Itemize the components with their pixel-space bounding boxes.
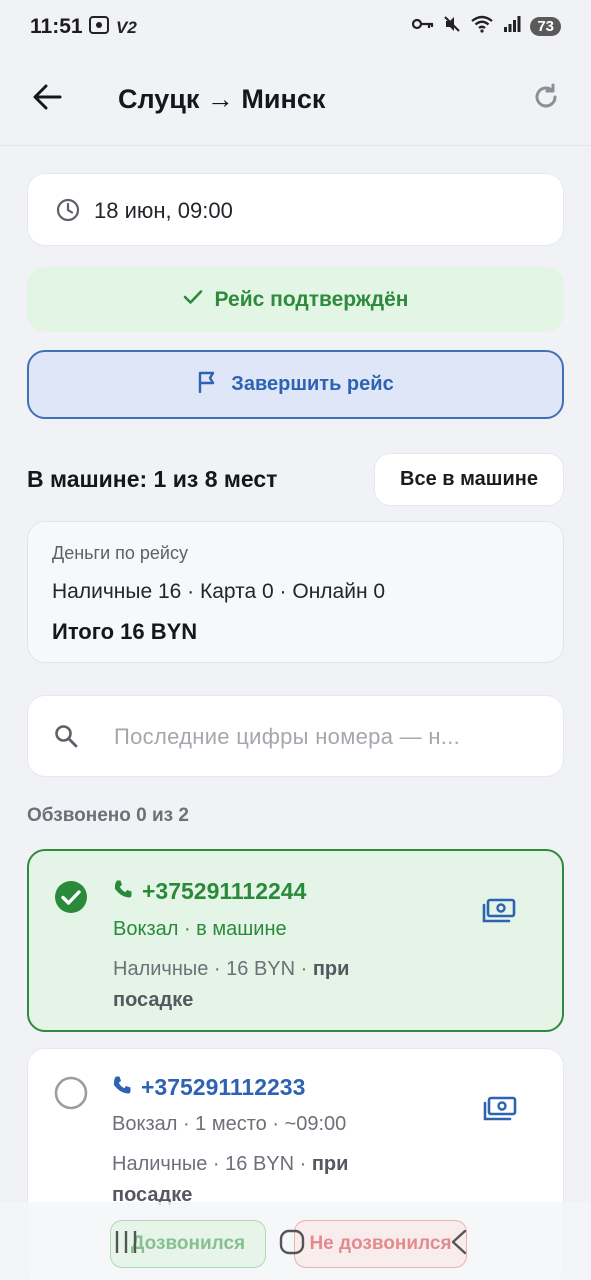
not-called-button[interactable]: Не дозвонился <box>294 1220 467 1268</box>
signal-icon <box>503 16 521 37</box>
trip-time-card: 18 июн, 09:00 <box>27 173 564 246</box>
bottom-action-bar: Дозвонился Не дозвонился <box>0 1202 591 1280</box>
clock-icon <box>56 198 80 227</box>
flag-icon <box>197 371 217 398</box>
trip-status-banner: Рейс подтверждён <box>27 267 564 332</box>
payment-method: Наличные · 16 BYN · <box>113 958 313 980</box>
search-icon <box>54 724 78 753</box>
phone-icon <box>112 1075 132 1100</box>
trip-datetime: 18 июн, 09:00 <box>94 198 233 223</box>
trip-status-text: Рейс подтверждён <box>214 287 409 311</box>
search-input[interactable] <box>114 720 534 754</box>
passenger-phone: +375291112244 <box>142 878 307 904</box>
status-time: 11:51 <box>30 15 83 38</box>
refresh-icon <box>532 83 560 116</box>
passenger-payment: Наличные · 16 BYN · при посадке <box>113 954 413 1016</box>
all-in-car-button[interactable]: Все в машине <box>374 453 564 506</box>
back-button[interactable] <box>26 78 68 120</box>
passenger-phone: +375291112233 <box>141 1074 306 1100</box>
refresh-button[interactable] <box>525 78 567 120</box>
phone-icon <box>113 879 133 904</box>
phone-link[interactable]: +375291112244 <box>113 878 306 905</box>
money-title: Деньги по рейсу <box>52 543 188 563</box>
occupancy-label: В машине: 1 из 8 мест <box>27 466 278 492</box>
key-icon <box>412 17 434 36</box>
app-header: Слуцк → Минск <box>0 56 591 146</box>
money-total: Итого 16 BYN <box>52 619 198 644</box>
page-title: Слуцк → Минск <box>118 84 326 114</box>
payment-icon[interactable] <box>481 897 517 927</box>
called-button[interactable]: Дозвонился <box>110 1220 266 1268</box>
v2-badge: V2 <box>116 17 137 37</box>
arrow-left-icon <box>32 84 62 115</box>
passenger-card[interactable]: +375291112244 Вокзал · в машине Наличные… <box>27 849 564 1032</box>
search-card <box>27 695 564 777</box>
money-card: Деньги по рейсу Наличные 16 · Карта 0 · … <box>27 521 564 663</box>
checkmark-icon <box>183 289 203 310</box>
passenger-details: Вокзал · 1 место · ~09:00 <box>112 1113 347 1135</box>
finish-trip-label: Завершить рейс <box>231 373 394 395</box>
passenger-details: Вокзал · в машине <box>113 918 287 940</box>
battery-icon: 73 <box>530 17 561 36</box>
status-bar: 11:51 V2 73 <box>0 0 591 56</box>
phone-link[interactable]: +375291112233 <box>112 1074 305 1101</box>
status-left-icons: V2 <box>88 15 137 40</box>
wifi-icon <box>470 15 494 38</box>
finish-trip-button[interactable]: Завершить рейс <box>27 350 564 419</box>
checked-circle-icon[interactable] <box>54 880 88 914</box>
status-right-icons: 73 <box>412 15 561 38</box>
mute-icon <box>443 15 461 38</box>
screen-record-icon <box>88 15 110 40</box>
payment-icon[interactable] <box>482 1095 518 1125</box>
called-summary: Обзвонено 0 из 2 <box>27 805 189 826</box>
money-breakdown: Наличные 16 · Карта 0 · Онлайн 0 <box>52 580 386 603</box>
payment-method: Наличные · 16 BYN · <box>112 1153 312 1175</box>
unchecked-circle-icon[interactable] <box>54 1076 88 1110</box>
